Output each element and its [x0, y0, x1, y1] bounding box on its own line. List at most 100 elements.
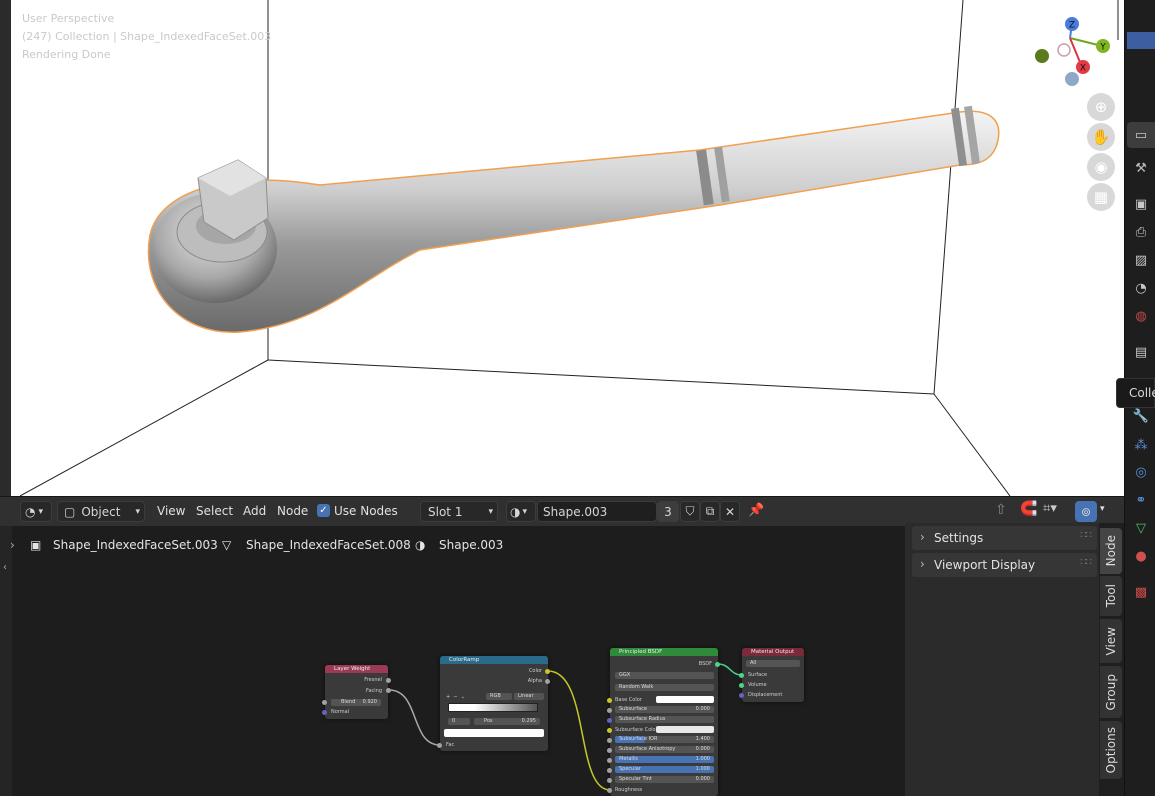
blend-field[interactable]: Blend 0.920 [331, 699, 381, 706]
tool-icon[interactable]: ▭ [1131, 125, 1151, 145]
ramp-interpolation-dropdown[interactable]: Linear [514, 693, 544, 700]
tab-group-label: Group [1104, 673, 1118, 711]
viewport-display-panel-header[interactable]: › Viewport Display ∷∷ [912, 553, 1097, 577]
bsdf-socket[interactable] [715, 662, 720, 667]
collection-icon[interactable]: ▤ [1131, 342, 1151, 362]
subsurface-anisotropy-socket[interactable] [607, 748, 612, 753]
subsurface-method-dropdown[interactable]: Random Walk [615, 684, 714, 691]
fac-socket[interactable] [437, 743, 442, 748]
specular-value: 1.000 [695, 766, 710, 772]
snap-grid-icon[interactable]: ⌗▾ [1043, 501, 1057, 516]
metallic-socket[interactable] [607, 758, 612, 763]
displacement-socket[interactable] [739, 693, 744, 698]
volume-socket[interactable] [739, 683, 744, 688]
principled-bsdf-title: Principled BSDF [610, 648, 718, 656]
ramp-mode-dropdown[interactable]: RGB [486, 693, 512, 700]
layer-weight-title: Layer Weight [325, 665, 388, 673]
subsurface-ior-field[interactable]: Subsurface IOR 1.400 [615, 736, 714, 743]
drag-grip-icon[interactable]: ∷∷ [1080, 557, 1092, 568]
ramp-stop-index[interactable]: 0 [448, 718, 470, 725]
subsurface-anisotropy-field[interactable]: Subsurface Anisotropy 0.000 [615, 746, 714, 753]
surface-input-label: Surface [748, 672, 768, 678]
tab-view-label: View [1104, 626, 1118, 656]
ramp-stop-color-swatch[interactable] [444, 729, 544, 737]
subsurface-color-swatch[interactable] [656, 726, 714, 733]
navigation-gizmo[interactable]: Z Y X [1030, 10, 1120, 90]
tab-options[interactable]: Options [1100, 721, 1122, 779]
subsurface-color-socket[interactable] [607, 728, 612, 733]
zoom-icon[interactable]: ⊕ [1087, 93, 1115, 121]
chevron-right-icon: › [920, 530, 925, 544]
tab-options-label: Options [1104, 726, 1118, 774]
specular-tint-socket[interactable] [607, 778, 612, 783]
metallic-field[interactable]: Metallic 1.000 [615, 756, 714, 763]
modifier-icon[interactable]: 🔧 [1131, 406, 1151, 426]
pos-value: 0.295 [521, 718, 536, 724]
tab-tool[interactable]: Tool [1100, 576, 1122, 616]
principled-bsdf-node[interactable]: Principled BSDF BSDF GGX Random Walk Bas… [610, 648, 718, 796]
gizmo-y-label: Y [1099, 43, 1106, 53]
color-output-label: Color [528, 668, 542, 674]
subsurface-radius-socket[interactable] [607, 718, 612, 723]
ramp-add-remove-icons[interactable]: + − ⌄ [446, 694, 465, 700]
volume-input-label: Volume [748, 682, 767, 688]
roughness-socket[interactable] [607, 788, 612, 793]
parent-node-icon[interactable]: ⇧ [995, 502, 1007, 518]
physics-icon[interactable]: ◎ [1131, 462, 1151, 482]
output-target-dropdown[interactable]: All [746, 660, 800, 667]
facing-socket[interactable] [386, 688, 391, 693]
alpha-socket[interactable] [545, 679, 550, 684]
color-ramp-node[interactable]: ColorRamp Color Alpha + − ⌄ RGB Linear 0… [440, 656, 548, 751]
surface-socket[interactable] [739, 673, 744, 678]
pos-label: Pos [484, 718, 493, 724]
world-icon[interactable]: ◍ [1131, 306, 1151, 326]
particles-icon[interactable]: ⁂ [1131, 435, 1151, 455]
subsurface-label: Subsurface [619, 706, 647, 712]
subsurface-value: 0.000 [695, 706, 710, 712]
normal-socket[interactable] [322, 710, 327, 715]
data-icon[interactable]: ▽ [1131, 518, 1151, 538]
subsurface-ior-socket[interactable] [607, 738, 612, 743]
specular-tint-field[interactable]: Specular Tint 0.000 [615, 776, 714, 783]
base-color-swatch[interactable] [656, 696, 714, 703]
specular-field[interactable]: Specular 1.000 [615, 766, 714, 773]
subsurface-field[interactable]: Subsurface 0.000 [615, 706, 714, 713]
hand-icon[interactable]: ✋ [1087, 123, 1115, 151]
layer-weight-node[interactable]: Layer Weight Fresnel Facing Blend 0.920 … [325, 665, 388, 719]
drag-grip-icon[interactable]: ∷∷ [1080, 530, 1092, 541]
subsurface-radius-dropdown[interactable]: Subsurface Radius [615, 716, 714, 723]
blend-socket[interactable] [322, 700, 327, 705]
subsurface-socket[interactable] [607, 708, 612, 713]
overlays-icon[interactable]: ⊚ [1075, 501, 1097, 522]
material-icon[interactable]: ● [1131, 546, 1151, 566]
fresnel-socket[interactable] [386, 678, 391, 683]
subsurface-color-label: Subsurface Colo [615, 727, 656, 733]
subsurface-anisotropy-label: Subsurface Anisotropy [619, 746, 676, 752]
gizmo-x-label: X [1080, 64, 1086, 74]
view-layer-icon[interactable]: ▨ [1131, 250, 1151, 270]
scene-icon[interactable]: ◔ [1131, 278, 1151, 298]
grid-icon[interactable]: ▦ [1087, 183, 1115, 211]
texture-icon[interactable]: ▩ [1131, 582, 1151, 602]
constraints-icon[interactable]: ⚭ [1131, 490, 1151, 510]
specular-socket[interactable] [607, 768, 612, 773]
color-ramp-gradient[interactable] [448, 703, 538, 712]
ramp-pos-field[interactable]: Pos 0.295 [474, 718, 540, 725]
chevron-down-icon[interactable]: ▾ [1100, 504, 1105, 514]
settings-panel-header[interactable]: › Settings ∷∷ [912, 526, 1097, 550]
settings-panel-label: Settings [934, 531, 984, 545]
subsurface-anisotropy-value: 0.000 [695, 746, 710, 752]
tab-node[interactable]: Node [1100, 528, 1122, 574]
tab-group[interactable]: Group [1100, 666, 1122, 718]
output-icon[interactable]: ⎙ [1131, 222, 1151, 242]
base-color-socket[interactable] [607, 698, 612, 703]
snap-icon[interactable]: 🧲 [1020, 501, 1037, 517]
material-output-node[interactable]: Material Output All Surface Volume Displ… [742, 648, 804, 702]
blend-label: Blend [341, 699, 356, 705]
distribution-dropdown[interactable]: GGX [615, 672, 714, 679]
color-socket[interactable] [545, 669, 550, 674]
camera-icon[interactable]: ◉ [1087, 153, 1115, 181]
tool-settings-icon[interactable]: ⚒ [1131, 158, 1151, 178]
tab-view[interactable]: View [1100, 619, 1122, 663]
render-icon[interactable]: ▣ [1131, 194, 1151, 214]
